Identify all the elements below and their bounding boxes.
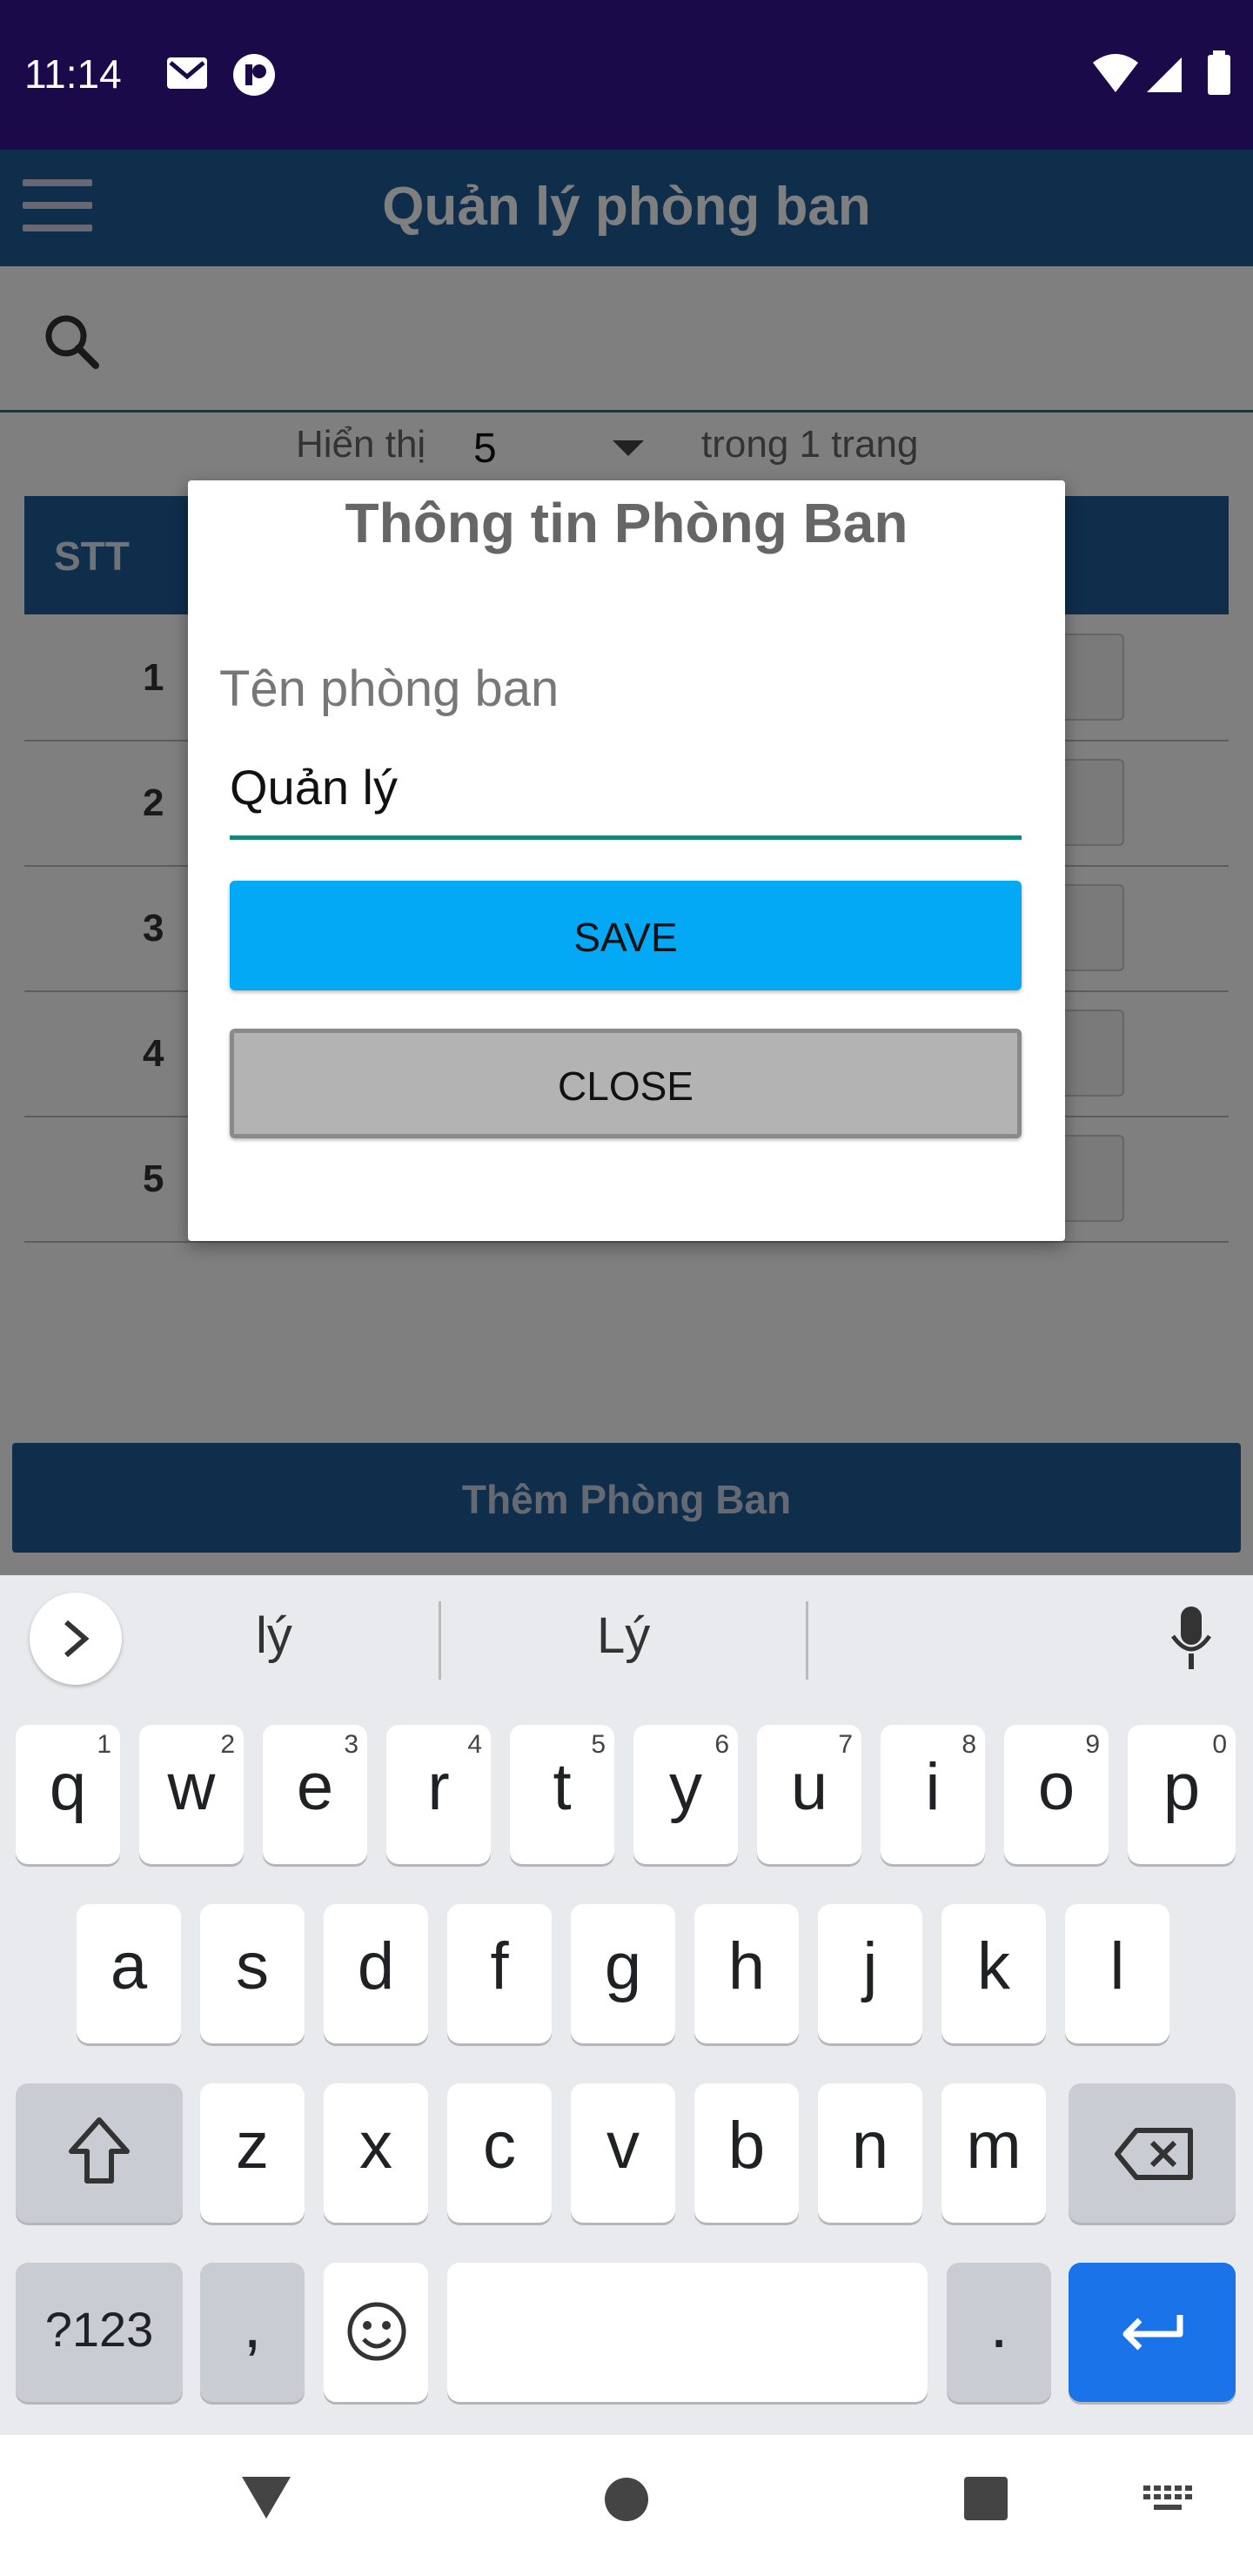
- close-label: CLOSE: [558, 1063, 694, 1109]
- status-bar: 11:14: [0, 0, 1253, 150]
- key-i[interactable]: 8i: [881, 1725, 985, 1864]
- key-u[interactable]: 7u: [757, 1725, 861, 1864]
- wifi-icon: [1093, 54, 1138, 92]
- key-v[interactable]: v: [571, 2083, 675, 2223]
- back-icon[interactable]: [238, 2472, 294, 2522]
- key-g[interactable]: g: [571, 1904, 675, 2043]
- recents-icon[interactable]: [964, 2477, 1008, 2520]
- key-w[interactable]: 2w: [139, 1725, 244, 1864]
- symbols-key[interactable]: ?123: [16, 2263, 183, 2402]
- key-s[interactable]: s: [200, 1904, 305, 2043]
- department-name-input[interactable]: Quản lý: [230, 759, 398, 815]
- app-notification-icon: [233, 54, 275, 96]
- backspace-icon: [1115, 2128, 1193, 2180]
- key-d[interactable]: d: [324, 1904, 428, 2043]
- suggestion-divider: [439, 1601, 441, 1680]
- suggestion-item[interactable]: Lý: [597, 1607, 650, 1665]
- key-z[interactable]: z: [200, 2083, 305, 2223]
- navigation-bar: [0, 2435, 1253, 2576]
- save-button[interactable]: SAVE: [230, 881, 1022, 990]
- close-button[interactable]: CLOSE: [230, 1029, 1022, 1138]
- department-name-label: Tên phòng ban: [219, 661, 559, 717]
- key-a[interactable]: a: [77, 1904, 181, 2043]
- key-r[interactable]: 4r: [386, 1725, 491, 1864]
- suggestion-expand-button[interactable]: [30, 1593, 122, 1685]
- suggestion-divider: [806, 1601, 808, 1680]
- status-time: 11:14: [24, 51, 122, 97]
- key-m[interactable]: m: [941, 2083, 1046, 2223]
- save-label: SAVE: [573, 915, 678, 960]
- soft-keyboard: lý Lý 1q 2w 3e 4r 5t 6y 7u 8i 9o 0p a s …: [0, 1575, 1253, 2435]
- microphone-icon[interactable]: [1169, 1605, 1213, 1671]
- key-p[interactable]: 0p: [1128, 1725, 1236, 1864]
- enter-key[interactable]: [1069, 2263, 1236, 2402]
- signal-icon: [1147, 57, 1182, 92]
- key-y[interactable]: 6y: [633, 1725, 738, 1864]
- emoji-key[interactable]: [324, 2263, 428, 2402]
- key-k[interactable]: k: [941, 1904, 1046, 2043]
- enter-icon: [1122, 2315, 1183, 2351]
- gmail-icon: [167, 57, 207, 89]
- key-f[interactable]: f: [447, 1904, 552, 2043]
- key-c[interactable]: c: [447, 2083, 552, 2223]
- key-e[interactable]: 3e: [263, 1725, 367, 1864]
- period-key[interactable]: .: [947, 2263, 1051, 2402]
- key-x[interactable]: x: [324, 2083, 428, 2223]
- key-t[interactable]: 5t: [510, 1725, 614, 1864]
- shift-icon: [69, 2117, 130, 2184]
- backspace-key[interactable]: [1069, 2083, 1236, 2223]
- input-underline: [230, 835, 1022, 840]
- key-b[interactable]: b: [694, 2083, 799, 2223]
- key-j[interactable]: j: [818, 1904, 922, 2043]
- space-key[interactable]: [447, 2263, 928, 2402]
- key-n[interactable]: n: [818, 2083, 922, 2223]
- key-o[interactable]: 9o: [1004, 1725, 1109, 1864]
- key-q[interactable]: 1q: [16, 1725, 120, 1864]
- battery-icon: [1208, 50, 1230, 95]
- comma-key[interactable]: ,: [200, 2263, 305, 2402]
- keyboard-switch-icon[interactable]: [1142, 2484, 1194, 2519]
- key-h[interactable]: h: [694, 1904, 799, 2043]
- chevron-right-icon: [64, 1620, 90, 1658]
- suggestion-item[interactable]: lý: [256, 1607, 292, 1665]
- home-icon[interactable]: [604, 2477, 649, 2522]
- key-l[interactable]: l: [1065, 1904, 1169, 2043]
- dialog-title: Thông tin Phòng Ban: [345, 492, 908, 554]
- department-dialog: Thông tin Phòng Ban Tên phòng ban Quản l…: [188, 480, 1065, 1241]
- shift-key[interactable]: [16, 2083, 183, 2223]
- emoji-icon: [347, 2302, 406, 2361]
